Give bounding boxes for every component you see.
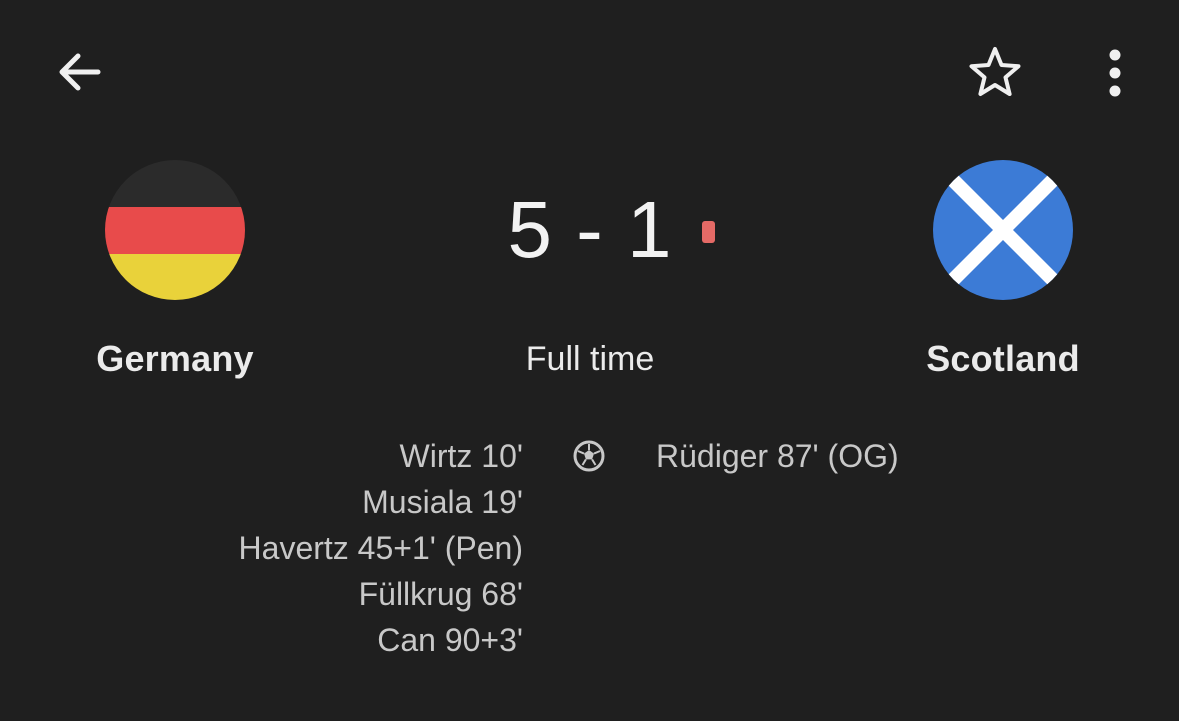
app-bar	[0, 0, 1179, 140]
live-indicator	[702, 221, 715, 243]
home-scorer: Havertz 45+1' (Pen)	[238, 530, 523, 566]
away-team[interactable]: Scotland	[883, 160, 1123, 380]
match-score: 5 - 1	[507, 185, 673, 274]
arrow-left-icon	[59, 53, 101, 91]
away-scorer: Rüdiger 87' (OG)	[656, 438, 899, 474]
match-status: Full time	[525, 340, 655, 378]
home-team-name: Germany	[96, 338, 254, 379]
home-scorer: Wirtz 10'	[399, 438, 523, 474]
favorite-button[interactable]	[962, 42, 1028, 104]
home-team[interactable]: Germany	[55, 160, 295, 380]
more-vertical-icon	[1109, 49, 1121, 97]
star-outline-icon	[969, 47, 1021, 96]
home-scorer: Musiala 19'	[362, 484, 523, 520]
home-scorers-list: Wirtz 10' Musiala 19' Havertz 45+1' (Pen…	[150, 433, 523, 663]
soccer-ball-icon	[572, 439, 606, 473]
back-button[interactable]	[50, 42, 110, 102]
scotland-flag-icon	[933, 160, 1073, 300]
scoreboard: 5 - 1	[440, 180, 740, 280]
away-team-name: Scotland	[926, 338, 1080, 379]
away-scorers-list: Rüdiger 87' (OG)	[656, 433, 1006, 479]
home-scorer: Füllkrug 68'	[358, 576, 523, 612]
more-options-button[interactable]	[1090, 42, 1140, 104]
home-scorer: Can 90+3'	[377, 622, 523, 658]
germany-flag-icon	[105, 160, 245, 300]
